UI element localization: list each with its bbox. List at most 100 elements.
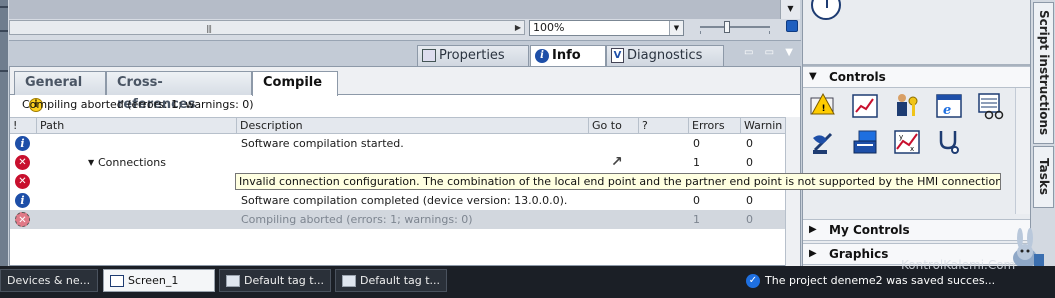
tab-tasks[interactable]: Tasks [1033,146,1054,208]
canvas-horizontal-scrollbar[interactable]: ||| ▶ [9,20,525,35]
panel-window-buttons[interactable]: ▭ ▭ ▼ [744,47,797,58]
row-errors: 0 [693,137,700,150]
tab-properties-label: Properties [439,48,505,63]
diagnostics-icon: V [611,48,624,63]
taskbar-item-label: Default tag t... [360,274,441,287]
tab-script-instructions[interactable]: Script instructions [1033,2,1054,144]
row-warnings: 0 [746,213,753,226]
subtab-compile[interactable]: Compile [252,71,338,96]
section-my-controls-label: My Controls [829,223,910,237]
col-warnings[interactable]: Warnin [740,118,785,134]
taskbar-item-label: Devices & ne... [7,274,91,287]
section-controls-label: Controls [829,70,886,84]
browser-icon[interactable]: e [935,92,963,120]
scroll-grip-icon: ||| [206,24,212,33]
chevron-right-icon: ▶ [809,248,817,259]
info-icon: i [15,136,30,151]
zoom-slider-ticks [700,31,770,34]
alarm-view-icon[interactable]: ! [809,92,837,120]
chevron-right-icon: ▶ [809,224,817,235]
info-icon: i [535,48,549,63]
col-help[interactable]: ? [638,118,688,134]
media-player-icon[interactable] [851,128,879,156]
scroll-right-icon[interactable]: ▶ [515,23,521,32]
f-x-trend-icon[interactable]: yx [893,128,921,156]
row-errors: 1 [693,156,700,169]
screen-canvas[interactable] [9,0,780,19]
inspector-tab-bar: Properties iInfo i VDiagnostics ▭ ▭ ▼ [9,40,801,83]
zoom-select[interactable]: 100% ▼ [529,20,684,36]
section-graphics-label: Graphics [829,247,889,261]
svg-text:y: y [899,133,903,141]
recipe-view-icon[interactable] [977,92,1005,120]
col-status[interactable]: ! [10,118,36,134]
tab-diagnostics-label: Diagnostics [627,48,703,63]
table-row[interactable]: ✕ Compiling aborted (errors: 1; warnings… [10,210,785,229]
status-message: ✓ The project deneme2 was saved succes... [746,274,995,288]
compile-summary: Compiling aborted (errors: 1; warnings: … [22,98,254,111]
col-errors[interactable]: Errors [688,118,740,134]
chevron-down-icon: ▼ [809,71,817,82]
tag-table-icon [226,275,240,287]
row-errors: 1 [693,213,700,226]
zoom-value: 100% [533,21,565,34]
row-path: Connections [98,156,166,169]
sysdiag-icon[interactable] [809,128,837,156]
error-tooltip: Invalid connection configuration. The co… [235,173,1001,190]
zoom-fit-icon[interactable] [786,20,798,32]
tab-properties[interactable]: Properties [417,45,529,67]
row-errors: 0 [693,194,700,207]
row-description: Software compilation completed (device v… [241,194,568,207]
taskbar-item-screen-1[interactable]: Screen_1 [103,269,215,292]
taskbar-item-label: Default tag t... [244,274,325,287]
watermark-text: KontrolKalemi.Com [901,258,1016,272]
checkmark-icon: ✓ [746,274,760,288]
row-warnings: 0 [746,194,753,207]
left-edge-bar [0,0,8,266]
error-icon: ✕ [15,155,30,170]
table-row[interactable]: ✕ ▼ Connections ↗ 1 0 [10,153,785,172]
col-path[interactable]: Path [36,118,236,134]
canvas-vertical-scrollbar[interactable]: ▼ [780,0,800,19]
taskbar-item-devices-networks[interactable]: Devices & ne... [0,269,98,292]
tab-diagnostics[interactable]: V Diagnostics [606,45,724,67]
taskbar-item-default-tag-table-2[interactable]: Default tag t... [335,269,447,292]
section-my-controls[interactable]: ▶ My Controls [803,219,1031,241]
trend-view-icon[interactable] [851,92,879,120]
expand-triangle-icon[interactable]: ▼ [88,153,94,172]
status-force-icon[interactable] [935,128,963,156]
tab-info[interactable]: iInfo i [530,45,606,83]
side-tab-bar: Script instructions Tasks [1030,0,1055,266]
subtab-general[interactable]: Generali [14,71,106,112]
info-panel: Generali Cross-references Compile Compil… [9,66,801,267]
row-description: Software compilation started. [241,137,404,150]
taskbar-item-label: Screen_1 [128,274,179,287]
col-description[interactable]: Description [236,118,588,134]
status-text: The project deneme2 was saved succes... [765,274,996,287]
zoom-slider[interactable] [700,21,770,33]
screen-icon [110,275,124,287]
tab-info-label: Info [552,48,581,63]
row-description: Compiling aborted (errors: 1; warnings: … [241,213,473,226]
col-goto[interactable]: Go to [588,118,638,134]
subtab-cross-references[interactable]: Cross-references [106,71,252,112]
row-warnings: 0 [746,137,753,150]
toolbox-scrollbar[interactable] [1015,88,1030,214]
section-controls[interactable]: ▼ Controls [803,66,1031,88]
user-view-icon[interactable] [893,92,921,120]
chevron-down-icon[interactable]: ▼ [669,21,683,35]
properties-icon [422,49,436,62]
tag-table-icon [342,275,356,287]
subtab-general-label: General [25,75,83,90]
goto-arrow-icon[interactable]: ↗ [611,154,623,171]
table-vertical-scrollbar[interactable] [785,117,800,267]
taskbar-item-default-tag-table-1[interactable]: Default tag t... [219,269,331,292]
toolbox-pane: ▼ Controls ! e yx ▶ My Controls ▶ Graphics [802,0,1031,266]
table-row[interactable]: i Software compilation started. 0 0 [10,134,785,153]
clock-icon[interactable] [811,0,841,20]
error-icon: ✕ [15,174,30,189]
row-warnings: 0 [746,156,753,169]
table-row[interactable]: i Software compilation completed (device… [10,191,785,210]
svg-text:e: e [943,103,951,118]
info-subtabs: Generali Cross-references Compile [10,67,800,112]
